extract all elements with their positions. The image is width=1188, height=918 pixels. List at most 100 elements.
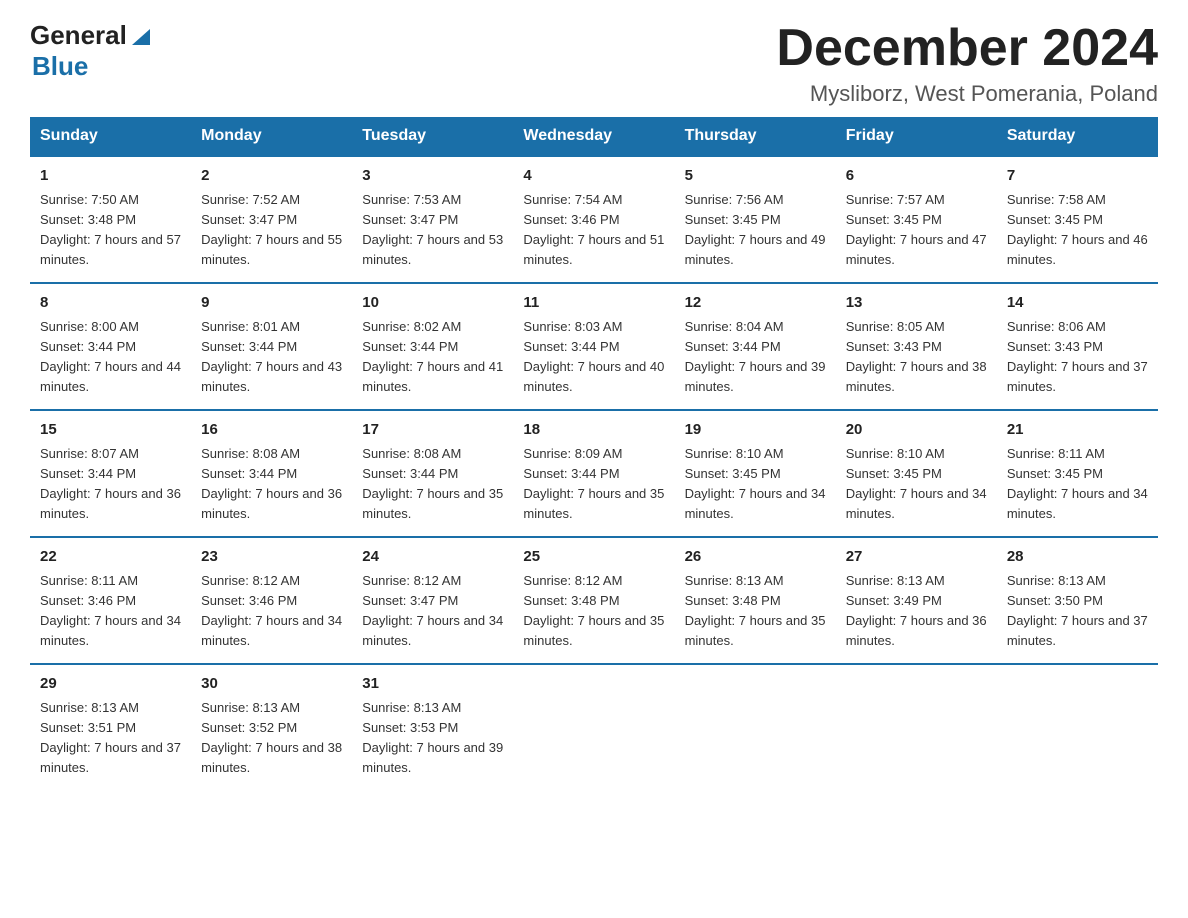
logo: General Blue bbox=[30, 20, 152, 82]
day-cell-31: 31Sunrise: 8:13 AMSunset: 3:53 PMDayligh… bbox=[352, 664, 513, 790]
day-number: 19 bbox=[685, 419, 826, 442]
day-cell-14: 14Sunrise: 8:06 AMSunset: 3:43 PMDayligh… bbox=[997, 283, 1158, 410]
day-cell-6: 6Sunrise: 7:57 AMSunset: 3:45 PMDaylight… bbox=[836, 156, 997, 283]
day-cell-28: 28Sunrise: 8:13 AMSunset: 3:50 PMDayligh… bbox=[997, 537, 1158, 664]
day-cell-24: 24Sunrise: 8:12 AMSunset: 3:47 PMDayligh… bbox=[352, 537, 513, 664]
day-number: 18 bbox=[523, 419, 664, 442]
day-number: 28 bbox=[1007, 546, 1148, 569]
day-number: 9 bbox=[201, 292, 342, 315]
day-number: 23 bbox=[201, 546, 342, 569]
day-cell-9: 9Sunrise: 8:01 AMSunset: 3:44 PMDaylight… bbox=[191, 283, 352, 410]
logo-blue-text: Blue bbox=[32, 51, 88, 81]
day-number: 8 bbox=[40, 292, 181, 315]
day-number: 30 bbox=[201, 673, 342, 696]
day-number: 27 bbox=[846, 546, 987, 569]
day-info: Sunrise: 8:13 AMSunset: 3:51 PMDaylight:… bbox=[40, 698, 181, 779]
day-info: Sunrise: 8:12 AMSunset: 3:47 PMDaylight:… bbox=[362, 571, 503, 652]
day-cell-1: 1Sunrise: 7:50 AMSunset: 3:48 PMDaylight… bbox=[30, 156, 191, 283]
day-number: 11 bbox=[523, 292, 664, 315]
day-number: 10 bbox=[362, 292, 503, 315]
day-info: Sunrise: 8:07 AMSunset: 3:44 PMDaylight:… bbox=[40, 444, 181, 525]
day-info: Sunrise: 8:00 AMSunset: 3:44 PMDaylight:… bbox=[40, 317, 181, 398]
week-row-4: 22Sunrise: 8:11 AMSunset: 3:46 PMDayligh… bbox=[30, 537, 1158, 664]
week-row-1: 1Sunrise: 7:50 AMSunset: 3:48 PMDaylight… bbox=[30, 156, 1158, 283]
day-number: 15 bbox=[40, 419, 181, 442]
day-info: Sunrise: 8:08 AMSunset: 3:44 PMDaylight:… bbox=[201, 444, 342, 525]
day-number: 31 bbox=[362, 673, 503, 696]
day-cell-8: 8Sunrise: 8:00 AMSunset: 3:44 PMDaylight… bbox=[30, 283, 191, 410]
month-title: December 2024 bbox=[776, 20, 1158, 77]
day-info: Sunrise: 7:58 AMSunset: 3:45 PMDaylight:… bbox=[1007, 190, 1148, 271]
day-info: Sunrise: 8:02 AMSunset: 3:44 PMDaylight:… bbox=[362, 317, 503, 398]
day-cell-16: 16Sunrise: 8:08 AMSunset: 3:44 PMDayligh… bbox=[191, 410, 352, 537]
empty-cell bbox=[513, 664, 674, 790]
day-cell-4: 4Sunrise: 7:54 AMSunset: 3:46 PMDaylight… bbox=[513, 156, 674, 283]
day-cell-3: 3Sunrise: 7:53 AMSunset: 3:47 PMDaylight… bbox=[352, 156, 513, 283]
week-row-5: 29Sunrise: 8:13 AMSunset: 3:51 PMDayligh… bbox=[30, 664, 1158, 790]
day-cell-11: 11Sunrise: 8:03 AMSunset: 3:44 PMDayligh… bbox=[513, 283, 674, 410]
day-number: 29 bbox=[40, 673, 181, 696]
empty-cell bbox=[997, 664, 1158, 790]
day-cell-2: 2Sunrise: 7:52 AMSunset: 3:47 PMDaylight… bbox=[191, 156, 352, 283]
day-info: Sunrise: 8:13 AMSunset: 3:50 PMDaylight:… bbox=[1007, 571, 1148, 652]
week-row-3: 15Sunrise: 8:07 AMSunset: 3:44 PMDayligh… bbox=[30, 410, 1158, 537]
day-number: 21 bbox=[1007, 419, 1148, 442]
day-info: Sunrise: 8:13 AMSunset: 3:48 PMDaylight:… bbox=[685, 571, 826, 652]
day-number: 6 bbox=[846, 165, 987, 188]
day-info: Sunrise: 8:12 AMSunset: 3:48 PMDaylight:… bbox=[523, 571, 664, 652]
day-cell-25: 25Sunrise: 8:12 AMSunset: 3:48 PMDayligh… bbox=[513, 537, 674, 664]
day-info: Sunrise: 7:54 AMSunset: 3:46 PMDaylight:… bbox=[523, 190, 664, 271]
page-header: General Blue December 2024 Mysliborz, We… bbox=[30, 20, 1158, 107]
day-info: Sunrise: 8:03 AMSunset: 3:44 PMDaylight:… bbox=[523, 317, 664, 398]
day-cell-17: 17Sunrise: 8:08 AMSunset: 3:44 PMDayligh… bbox=[352, 410, 513, 537]
day-number: 7 bbox=[1007, 165, 1148, 188]
day-number: 3 bbox=[362, 165, 503, 188]
day-cell-18: 18Sunrise: 8:09 AMSunset: 3:44 PMDayligh… bbox=[513, 410, 674, 537]
day-cell-5: 5Sunrise: 7:56 AMSunset: 3:45 PMDaylight… bbox=[675, 156, 836, 283]
day-cell-13: 13Sunrise: 8:05 AMSunset: 3:43 PMDayligh… bbox=[836, 283, 997, 410]
weekday-header-wednesday: Wednesday bbox=[513, 117, 674, 156]
day-cell-22: 22Sunrise: 8:11 AMSunset: 3:46 PMDayligh… bbox=[30, 537, 191, 664]
day-cell-30: 30Sunrise: 8:13 AMSunset: 3:52 PMDayligh… bbox=[191, 664, 352, 790]
empty-cell bbox=[836, 664, 997, 790]
day-info: Sunrise: 7:57 AMSunset: 3:45 PMDaylight:… bbox=[846, 190, 987, 271]
logo-general-text: General bbox=[30, 20, 127, 51]
day-info: Sunrise: 8:12 AMSunset: 3:46 PMDaylight:… bbox=[201, 571, 342, 652]
day-cell-20: 20Sunrise: 8:10 AMSunset: 3:45 PMDayligh… bbox=[836, 410, 997, 537]
day-cell-29: 29Sunrise: 8:13 AMSunset: 3:51 PMDayligh… bbox=[30, 664, 191, 790]
weekday-header-tuesday: Tuesday bbox=[352, 117, 513, 156]
day-cell-19: 19Sunrise: 8:10 AMSunset: 3:45 PMDayligh… bbox=[675, 410, 836, 537]
weekday-header-monday: Monday bbox=[191, 117, 352, 156]
day-cell-15: 15Sunrise: 8:07 AMSunset: 3:44 PMDayligh… bbox=[30, 410, 191, 537]
day-number: 1 bbox=[40, 165, 181, 188]
day-number: 5 bbox=[685, 165, 826, 188]
day-number: 24 bbox=[362, 546, 503, 569]
day-info: Sunrise: 7:56 AMSunset: 3:45 PMDaylight:… bbox=[685, 190, 826, 271]
day-info: Sunrise: 7:53 AMSunset: 3:47 PMDaylight:… bbox=[362, 190, 503, 271]
day-cell-12: 12Sunrise: 8:04 AMSunset: 3:44 PMDayligh… bbox=[675, 283, 836, 410]
calendar-table: SundayMondayTuesdayWednesdayThursdayFrid… bbox=[30, 117, 1158, 790]
day-info: Sunrise: 8:01 AMSunset: 3:44 PMDaylight:… bbox=[201, 317, 342, 398]
day-cell-21: 21Sunrise: 8:11 AMSunset: 3:45 PMDayligh… bbox=[997, 410, 1158, 537]
logo-triangle-icon bbox=[130, 25, 152, 47]
day-number: 14 bbox=[1007, 292, 1148, 315]
day-info: Sunrise: 7:50 AMSunset: 3:48 PMDaylight:… bbox=[40, 190, 181, 271]
day-info: Sunrise: 8:11 AMSunset: 3:46 PMDaylight:… bbox=[40, 571, 181, 652]
day-number: 17 bbox=[362, 419, 503, 442]
weekday-header-saturday: Saturday bbox=[997, 117, 1158, 156]
day-number: 4 bbox=[523, 165, 664, 188]
day-info: Sunrise: 8:04 AMSunset: 3:44 PMDaylight:… bbox=[685, 317, 826, 398]
day-cell-7: 7Sunrise: 7:58 AMSunset: 3:45 PMDaylight… bbox=[997, 156, 1158, 283]
week-row-2: 8Sunrise: 8:00 AMSunset: 3:44 PMDaylight… bbox=[30, 283, 1158, 410]
day-info: Sunrise: 8:10 AMSunset: 3:45 PMDaylight:… bbox=[846, 444, 987, 525]
day-number: 13 bbox=[846, 292, 987, 315]
day-info: Sunrise: 8:10 AMSunset: 3:45 PMDaylight:… bbox=[685, 444, 826, 525]
day-cell-23: 23Sunrise: 8:12 AMSunset: 3:46 PMDayligh… bbox=[191, 537, 352, 664]
day-number: 25 bbox=[523, 546, 664, 569]
title-block: December 2024 Mysliborz, West Pomerania,… bbox=[776, 20, 1158, 107]
day-info: Sunrise: 8:13 AMSunset: 3:53 PMDaylight:… bbox=[362, 698, 503, 779]
day-cell-10: 10Sunrise: 8:02 AMSunset: 3:44 PMDayligh… bbox=[352, 283, 513, 410]
weekday-header-sunday: Sunday bbox=[30, 117, 191, 156]
weekday-header-friday: Friday bbox=[836, 117, 997, 156]
day-cell-27: 27Sunrise: 8:13 AMSunset: 3:49 PMDayligh… bbox=[836, 537, 997, 664]
